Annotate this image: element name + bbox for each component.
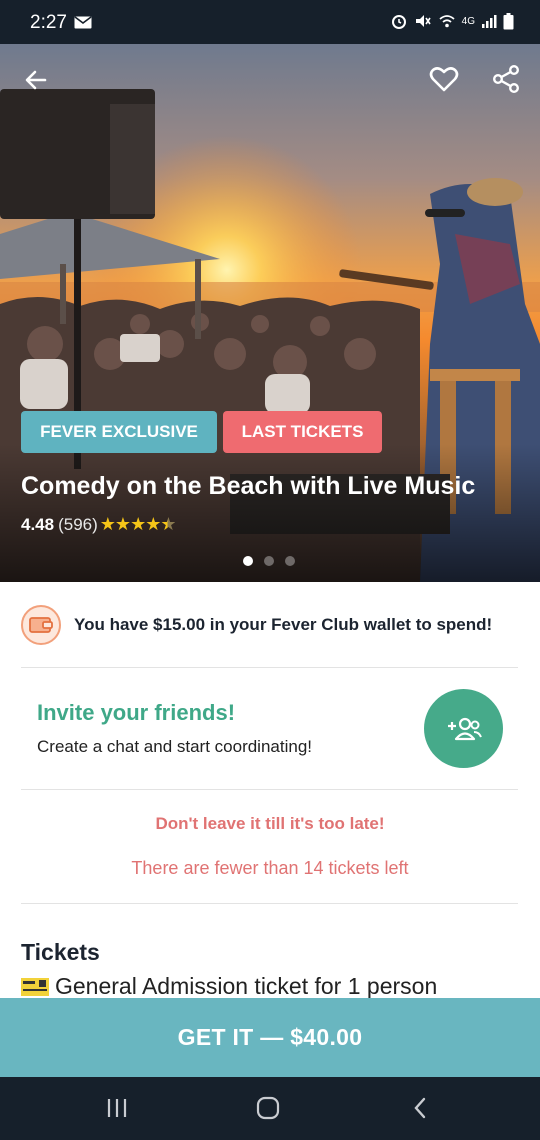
star-icon: ★ xyxy=(114,514,131,534)
invite-friends-button[interactable] xyxy=(424,689,503,768)
heart-icon xyxy=(429,67,459,92)
hero-image: FEVER EXCLUSIVE LAST TICKETS Comedy on t… xyxy=(0,44,540,582)
wallet-text: You have $15.00 in your Fever Club walle… xyxy=(74,615,493,634)
wallet-icon xyxy=(21,605,61,645)
tickets-heading: Tickets xyxy=(21,939,100,965)
star-icon: ★ xyxy=(130,514,146,534)
wallet-banner: You have $15.00 in your Fever Club walle… xyxy=(21,603,521,647)
invite-title: Invite your friends! xyxy=(37,700,236,725)
home-icon xyxy=(256,1096,280,1120)
carousel-indicator[interactable] xyxy=(243,556,295,566)
recent-apps-button[interactable] xyxy=(97,1091,137,1125)
status-time: 2:27 xyxy=(30,12,67,33)
chevron-left-icon xyxy=(414,1097,426,1119)
ticket-icon xyxy=(21,977,49,996)
status-icons: 4G xyxy=(390,12,514,30)
mail-icon xyxy=(74,16,92,29)
urgency-title: Don't leave it till it's too late! xyxy=(155,814,385,833)
event-title: Comedy on the Beach with Live Music xyxy=(21,472,476,500)
fever-exclusive-badge: FEVER EXCLUSIVE xyxy=(21,411,217,453)
alarm-icon xyxy=(391,15,406,29)
share-button[interactable] xyxy=(486,59,526,99)
divider xyxy=(21,667,518,668)
wifi-icon xyxy=(439,15,455,28)
status-bar: 2:27 4G xyxy=(0,0,540,44)
signal-icon xyxy=(482,15,497,28)
system-back-button[interactable] xyxy=(400,1091,440,1125)
hero-photo xyxy=(0,44,540,582)
arrow-left-icon xyxy=(25,70,47,90)
tickets-left-text: There are fewer than 14 tickets left xyxy=(131,858,409,878)
add-group-icon xyxy=(447,717,482,740)
invite-subtitle: Create a chat and start coordinating! xyxy=(37,737,312,756)
battery-icon xyxy=(503,12,514,29)
last-tickets-badge: LAST TICKETS xyxy=(223,411,382,453)
rating-value: 4.48 xyxy=(21,514,55,534)
carousel-dot[interactable] xyxy=(285,556,295,566)
star-icon: ★ xyxy=(99,514,116,534)
rating: 4.48 (596) ★★★★★ xyxy=(21,514,177,535)
rating-stars: ★★★★★ xyxy=(99,514,177,535)
half-star-icon: ★ xyxy=(160,514,176,534)
ticket-label: General Admission ticket for 1 person xyxy=(55,973,438,999)
mute-icon xyxy=(415,15,431,27)
ticket-item[interactable]: General Admission ticket for 1 person xyxy=(21,973,437,1000)
favorite-button[interactable] xyxy=(424,59,464,99)
back-button[interactable] xyxy=(16,60,56,100)
star-icon: ★ xyxy=(145,514,161,534)
network-type: 4G xyxy=(461,15,475,27)
divider xyxy=(21,789,518,790)
system-nav-bar xyxy=(0,1077,540,1140)
carousel-dot[interactable] xyxy=(243,556,253,566)
divider xyxy=(21,903,518,904)
rating-count: (596) xyxy=(58,514,98,534)
home-button[interactable] xyxy=(248,1091,288,1125)
carousel-dot[interactable] xyxy=(264,556,274,566)
share-icon xyxy=(493,65,520,94)
get-it-button[interactable]: GET IT — $40.00 xyxy=(0,998,540,1077)
recent-apps-icon xyxy=(107,1099,127,1117)
